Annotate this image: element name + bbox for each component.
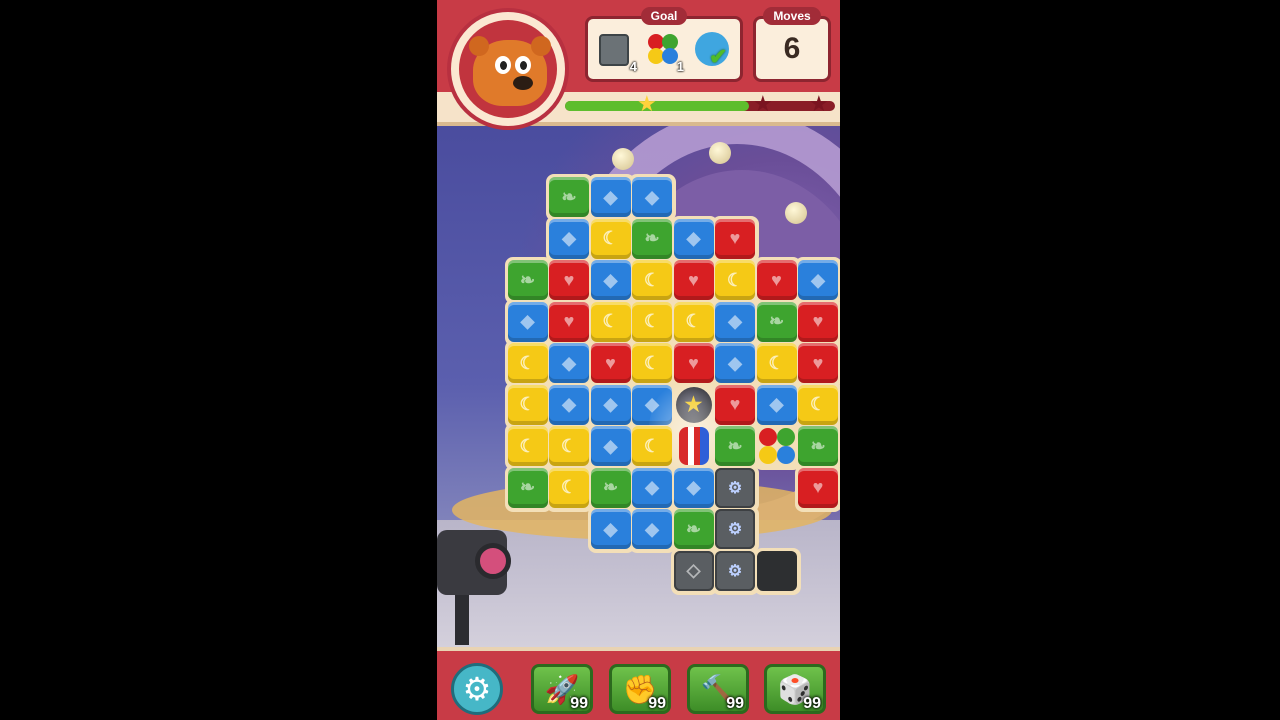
bear-avatar — [447, 8, 569, 130]
yellow-block[interactable]: ☾ — [756, 343, 797, 383]
goal-title: Goal — [641, 7, 687, 25]
blue-block[interactable]: ◆ — [549, 384, 589, 425]
goal-balloon-count: 1 — [676, 59, 684, 74]
game-board: ❧ ◆ ◆ ◆ ☾ ❧ ◆ ♥ ❧ ♥ ◆ ☾ ♥ ☾ ♥ ◆ ◆ ♥ ☾ ☾ ☾ ◆ ❧ ♥ ☾ ◆ ♥ ☾ ♥ ◆ ☾ ♥ ☾ ◆ ◆ ◆ ★ ♥ ◆ ☾… — [472, 174, 840, 607]
red-block[interactable]: ♥ — [549, 301, 589, 342]
stone-shard-icon[interactable]: ◇ — [673, 550, 714, 591]
booster-toolbar: ⚙ 🚀 99 ✊ 99 🔨 99 🎲 99 — [437, 647, 840, 720]
check-icon: ✔ — [709, 44, 728, 69]
yellow-block[interactable]: ☾ — [632, 343, 672, 383]
blue-block[interactable]: ◆ — [632, 467, 672, 508]
blue-block[interactable]: ◆ — [507, 301, 548, 342]
green-block[interactable]: ❧ — [756, 301, 797, 342]
pinwheel-icon[interactable] — [757, 426, 797, 466]
booster-dice-button[interactable]: 🎲 99 — [764, 664, 826, 714]
blue-block[interactable]: ◆ — [590, 426, 631, 466]
green-block[interactable]: ❧ — [673, 509, 714, 549]
green-block[interactable]: ❧ — [590, 467, 631, 508]
star-icon-3: ★ — [809, 91, 829, 116]
game-screen: Goal 4 1 ✔ Moves 6 ★ ★ ★ ❧ ◆ ◆ ◆ ☾ ❧ ◆ ♥ ❧ ♥ ◆ ☾ ♥ ☾ ♥… — [437, 0, 840, 720]
green-block[interactable]: ❧ — [798, 426, 838, 466]
cage-icon[interactable]: ⚙ — [715, 509, 755, 549]
star-icon-1: ★ — [637, 91, 657, 116]
bear-icon — [469, 36, 551, 106]
cage-icon[interactable]: ⚙ — [715, 550, 755, 591]
blue-block[interactable]: ◆ — [549, 343, 589, 383]
blue-block[interactable]: ◆ — [632, 384, 672, 425]
blue-block[interactable]: ◆ — [756, 384, 797, 425]
red-block[interactable]: ♥ — [590, 343, 631, 383]
green-block[interactable]: ❧ — [507, 260, 548, 300]
blue-block[interactable]: ◆ — [715, 343, 755, 383]
red-block[interactable]: ♥ — [673, 343, 714, 383]
blue-block[interactable]: ◆ — [632, 177, 672, 217]
blue-block[interactable]: ◆ — [715, 301, 755, 342]
yellow-block[interactable]: ☾ — [507, 426, 548, 466]
score-progress-fill — [565, 101, 749, 111]
yellow-block[interactable]: ☾ — [507, 384, 548, 425]
blue-block[interactable]: ◆ — [549, 218, 589, 259]
star-icon-2: ★ — [753, 91, 773, 116]
blue-block[interactable]: ◆ — [590, 177, 631, 217]
bomb-icon[interactable]: ★ — [648, 374, 739, 485]
yellow-block[interactable]: ☾ — [549, 467, 589, 508]
goal-balloon: 1 — [644, 30, 684, 74]
yellow-block[interactable]: ☾ — [632, 426, 672, 466]
red-block[interactable]: ♥ — [673, 260, 714, 300]
yellow-block[interactable]: ☾ — [632, 260, 672, 300]
booster-hammer-button[interactable]: 🔨 99 — [687, 664, 749, 714]
red-block[interactable]: ♥ — [798, 301, 838, 342]
green-block[interactable]: ❧ — [632, 218, 672, 259]
red-block[interactable]: ♥ — [715, 384, 755, 425]
blue-block[interactable]: ◆ — [590, 384, 631, 425]
cage-icon[interactable]: ⚙ — [715, 467, 755, 508]
yellow-block[interactable]: ☾ — [590, 218, 631, 259]
yellow-block[interactable]: ☾ — [632, 301, 672, 342]
green-block[interactable]: ❧ — [715, 426, 755, 466]
red-block[interactable]: ♥ — [798, 467, 838, 508]
yellow-block[interactable]: ☾ — [549, 426, 589, 466]
moves-counter: 6 — [783, 32, 801, 65]
yellow-block[interactable]: ☾ — [590, 301, 631, 342]
booster-rocket-button[interactable]: 🚀 99 — [531, 664, 593, 714]
blue-block[interactable]: ◆ — [632, 509, 672, 549]
moves-title: Moves — [763, 7, 821, 25]
booster-count: 99 — [803, 695, 821, 712]
blue-block[interactable]: ◆ — [673, 467, 714, 508]
rocket-icon[interactable] — [674, 426, 714, 466]
empty-slot — [756, 550, 797, 591]
yellow-block[interactable]: ☾ — [673, 301, 714, 342]
stone-block-icon — [599, 34, 629, 66]
yellow-block[interactable]: ☾ — [798, 384, 838, 425]
goal-bird: ✔ — [695, 30, 735, 74]
booster-count: 99 — [570, 695, 588, 712]
booster-count: 99 — [648, 695, 666, 712]
settings-button[interactable]: ⚙ — [451, 663, 503, 715]
yellow-block[interactable]: ☾ — [715, 260, 755, 300]
goal-stone: 4 — [597, 30, 637, 74]
goal-stone-count: 4 — [629, 59, 637, 74]
red-block[interactable]: ♥ — [756, 260, 797, 300]
blue-block[interactable]: ◆ — [673, 218, 714, 259]
red-block[interactable]: ♥ — [715, 218, 755, 259]
gear-icon: ⚙ — [462, 671, 492, 707]
booster-count: 99 — [726, 695, 744, 712]
blue-block[interactable]: ◆ — [590, 260, 631, 300]
green-block[interactable]: ❧ — [549, 177, 589, 217]
header: Goal 4 1 ✔ Moves 6 ★ ★ ★ — [437, 0, 840, 130]
rivet — [612, 148, 634, 170]
green-block[interactable]: ❧ — [507, 467, 548, 508]
red-block[interactable]: ♥ — [549, 260, 589, 300]
rivet — [709, 142, 731, 164]
booster-glove-button[interactable]: ✊ 99 — [609, 664, 671, 714]
blue-block[interactable]: ◆ — [590, 509, 631, 549]
blue-block[interactable]: ◆ — [798, 260, 838, 300]
yellow-block[interactable]: ☾ — [507, 343, 548, 383]
red-block[interactable]: ♥ — [798, 343, 838, 383]
